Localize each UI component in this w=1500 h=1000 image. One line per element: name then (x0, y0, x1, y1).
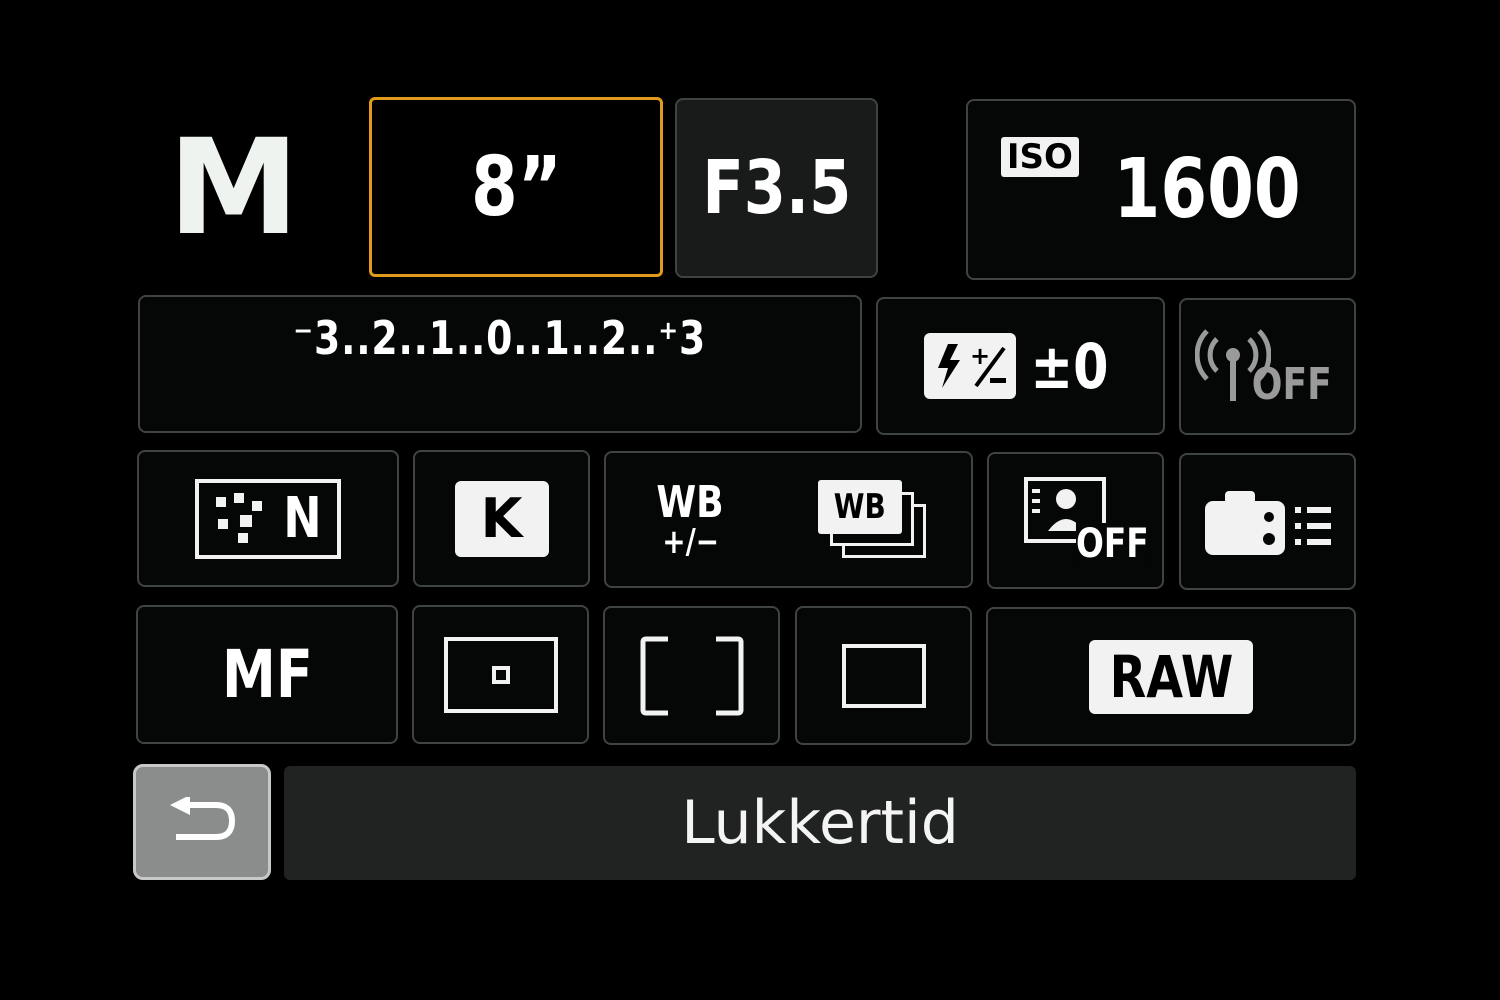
alo-state: OFF (1075, 520, 1149, 567)
shutter-speed-setting[interactable]: 8” (369, 97, 663, 277)
white-balance-value: K (454, 480, 549, 557)
camera-settings-list-icon (1204, 490, 1331, 555)
focus-mode-setting[interactable]: MF (136, 605, 398, 744)
wb-shift-line2: +/− (661, 521, 719, 562)
image-quality-value: RAW (1089, 639, 1253, 714)
flash-comp-value: ±0 (1030, 329, 1109, 403)
status-text: Lukkertid (681, 788, 959, 858)
aspect-ratio-setting[interactable] (795, 606, 972, 745)
picture-style-label: N (283, 486, 322, 551)
white-balance-setting[interactable]: K (413, 450, 590, 587)
iso-setting[interactable]: ISO 1600 (966, 99, 1356, 280)
flash-comp-glyph: + (937, 342, 1006, 388)
picture-style-icon (216, 492, 263, 543)
auto-lighting-optimizer-setting[interactable]: OFF (987, 452, 1164, 589)
af-area-setting[interactable] (603, 606, 780, 745)
flash-exposure-compensation-icon: + (923, 333, 1016, 399)
spot-metering-icon (443, 636, 558, 713)
svg-text:+: + (970, 342, 990, 370)
exposure-level-scale[interactable]: ⁻3..2..1..0..1..2..⁺3 (138, 295, 862, 433)
camera-settings-list[interactable] (1179, 453, 1356, 590)
aperture-setting[interactable]: F3.5 (675, 98, 878, 278)
aperture-value: F3.5 (702, 145, 851, 231)
wireless-state: OFF (1251, 359, 1332, 410)
full-frame-aspect-icon (841, 643, 926, 708)
white-balance-bracketing-icon: WB (817, 479, 928, 560)
image-quality-label: RAW (1109, 642, 1233, 711)
af-area-bracket-icon (640, 636, 743, 715)
white-balance-shift-bracket-setting[interactable]: WB +/− WB (604, 451, 973, 588)
shooting-mode: M (168, 111, 299, 265)
wb-shift-line1: WB (656, 476, 724, 528)
wb-shift-icon: WB +/− (649, 476, 731, 562)
exposure-scale-text: ⁻3..2..1..0..1..2..⁺3 (293, 311, 707, 365)
status-bar: Lukkertid (284, 766, 1356, 880)
auto-lighting-optimizer-icon: OFF (1023, 476, 1149, 565)
shutter-speed-value: 8” (470, 139, 562, 235)
picture-style-frame: N (195, 478, 341, 559)
wb-bracket-label: WB (833, 486, 886, 527)
iso-badge: ISO (1000, 137, 1079, 177)
metering-mode-setting[interactable] (412, 605, 589, 744)
flash-exposure-compensation-setting[interactable]: + ±0 (876, 297, 1165, 435)
picture-style-setting[interactable]: N (137, 450, 399, 587)
focus-mode-value: MF (221, 636, 313, 713)
back-button[interactable] (133, 764, 271, 880)
wireless-setting[interactable]: OFF (1179, 298, 1356, 435)
image-quality-setting[interactable]: RAW (986, 607, 1356, 746)
return-arrow-icon (170, 797, 236, 840)
iso-value: 1600 (1113, 142, 1301, 237)
